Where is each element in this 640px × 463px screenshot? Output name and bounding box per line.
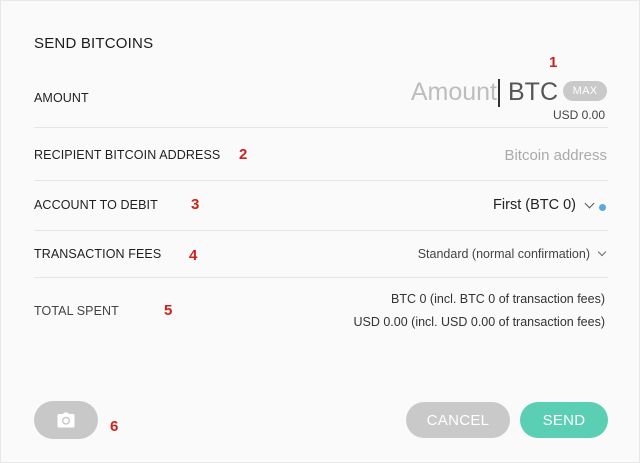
annotation-marker-4: 4 [189,247,198,264]
dialog-title: SEND BITCOINS [34,35,154,52]
annotation-marker-3: 3 [191,196,200,213]
divider [34,277,608,278]
account-label: ACCOUNT TO DEBIT [34,198,158,212]
recipient-label: RECIPIENT BITCOIN ADDRESS [34,148,221,162]
annotation-marker-1: 1 [549,54,558,71]
cancel-button[interactable]: CANCEL [406,402,510,438]
amount-field: BTC MAX [401,77,611,109]
account-selected-value: First (BTC 0) [493,197,576,213]
chevron-down-icon [584,198,595,208]
camera-icon [57,412,75,428]
amount-input[interactable] [409,77,497,107]
chevron-down-icon [597,247,607,257]
text-caret [498,79,500,107]
total-label: TOTAL SPENT [34,304,119,318]
max-button[interactable]: MAX [563,81,607,101]
amount-usd-value: USD 0.00 [552,108,605,122]
annotation-marker-2: 2 [239,146,248,163]
camera-button[interactable] [34,401,98,439]
sync-status-dot [599,204,606,211]
fees-label: TRANSACTION FEES [34,247,162,261]
divider [34,180,608,181]
send-bitcoins-dialog: SEND BITCOINS AMOUNT 1 BTC MAX USD 0.00 … [0,0,640,463]
divider [34,230,608,231]
divider [34,127,608,128]
total-btc-line: BTC 0 (incl. BTC 0 of transaction fees) [391,292,605,306]
send-button[interactable]: SEND [520,402,608,438]
fees-select[interactable]: Standard (normal confirmation) [417,247,607,261]
annotation-marker-6: 6 [110,418,119,435]
recipient-address-input[interactable] [381,145,607,165]
account-select[interactable]: First (BTC 0) [493,197,595,213]
fees-selected-value: Standard (normal confirmation) [417,247,590,261]
total-usd-line: USD 0.00 (incl. USD 0.00 of transaction … [353,315,605,329]
annotation-marker-5: 5 [164,302,173,319]
amount-unit: BTC [508,78,558,106]
amount-label: AMOUNT [34,91,89,105]
